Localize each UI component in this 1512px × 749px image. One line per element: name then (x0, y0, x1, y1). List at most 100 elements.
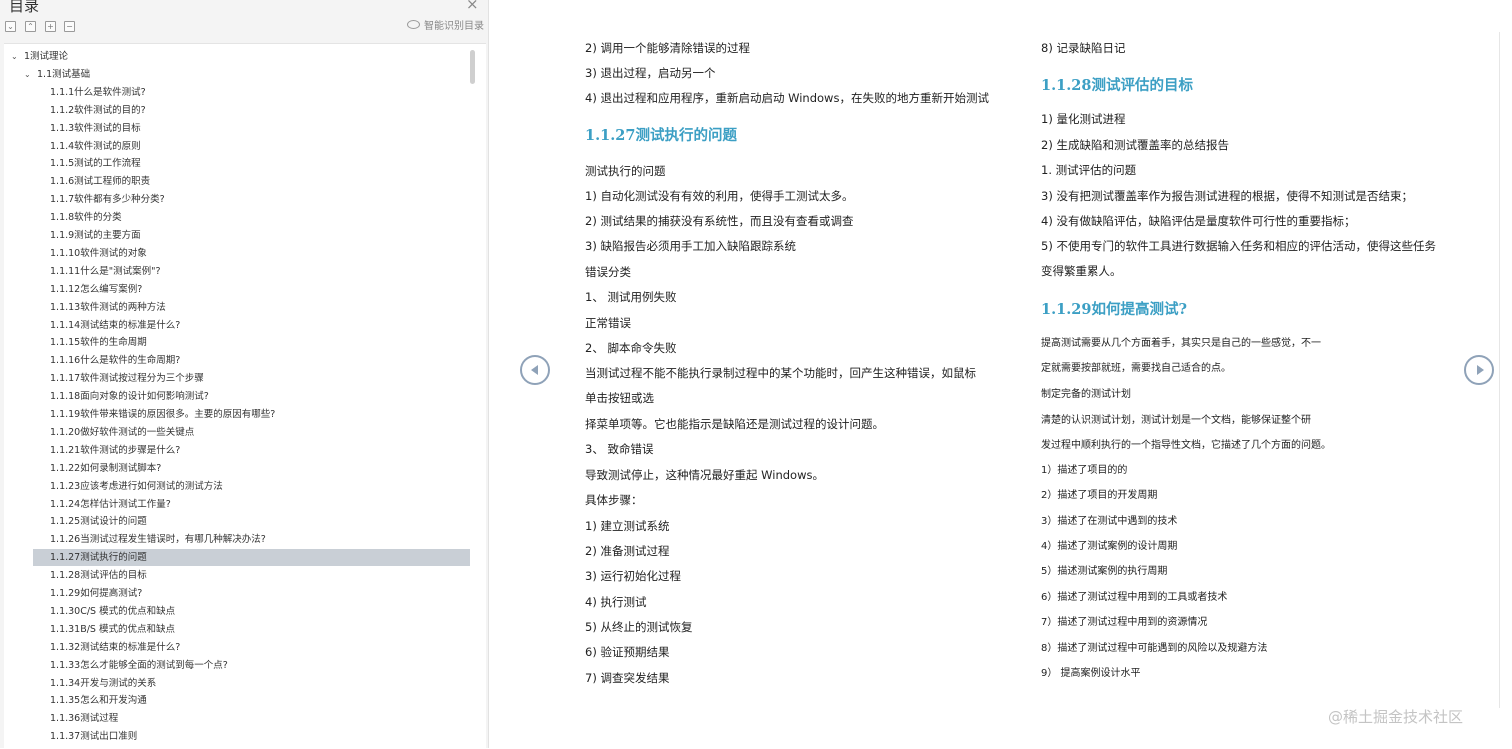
toc-item-label: 1.1.33怎么才能够全面的测试到每一个点? (50, 659, 228, 671)
toc-item[interactable]: ⌄ 1测试理论 (4, 48, 470, 65)
toc-item[interactable]: 1.1.5测试的工作流程 (4, 155, 470, 172)
eye-icon (407, 20, 420, 29)
toc-item-label: 1.1.36测试过程 (50, 713, 119, 725)
expand-all-icon[interactable]: ⌄ (5, 21, 16, 32)
paragraph-line: 2) 生成缺陷和测试覆盖率的总结报告 (1041, 138, 1229, 152)
next-page-button[interactable] (1464, 355, 1494, 385)
toc-item-label: 1.1.11什么是"测试案例"? (50, 265, 161, 277)
toc-item[interactable]: 1.1.24怎样估计测试工作量? (4, 496, 470, 513)
toc-item[interactable]: 1.1.26当测试过程发生错误时，有哪几种解决办法? (4, 531, 470, 548)
toc-item-label: 1.1.28测试评估的目标 (50, 570, 147, 582)
toc-item[interactable]: 1.1.32测试结束的标准是什么? (4, 639, 470, 656)
toc-item[interactable]: 1.1.27测试执行的问题 (33, 549, 470, 567)
toc-item-label: 1.1.20做好软件测试的一些关键点 (50, 426, 195, 438)
toc-item-label: 1.1.30C/S 模式的优点和缺点 (50, 605, 176, 617)
toc-item[interactable]: 1.1.3软件测试的目标 (4, 120, 470, 137)
section-heading: 1.1.27测试执行的问题 (585, 127, 737, 144)
toc-item-label: 1.1.21软件测试的步骤是什么? (50, 444, 181, 456)
toc-item-label: 1.1测试基础 (37, 68, 91, 80)
paragraph-line: 8) 记录缺陷日记 (1041, 41, 1126, 55)
toc-item[interactable]: 1.1.11什么是"测试案例"? (4, 263, 470, 280)
toc-item[interactable]: 1.1.30C/S 模式的优点和缺点 (4, 603, 470, 620)
toc-item[interactable]: 1.1.18面向对象的设计如何影响测试? (4, 388, 470, 405)
toc-item[interactable]: 1.1.17软件测试按过程分为三个步骤 (4, 370, 470, 387)
paragraph-line: 3) 运行初始化过程 (585, 569, 681, 583)
toc-item[interactable]: 1.1.12怎么编写案例? (4, 281, 470, 298)
toc-item[interactable]: 1.1.2软件测试的目的? (4, 102, 470, 119)
toc-item[interactable]: 1.1.20做好软件测试的一些关键点 (4, 424, 470, 441)
paragraph-line: 正常错误 (585, 316, 631, 330)
toc-item[interactable]: 1.1.29如何提高测试? (4, 585, 470, 602)
paragraph-line: 单击按钮或选 (585, 391, 654, 405)
paragraph-line: 1) 自动化测试没有有效的利用，使得手工测试太多。 (585, 189, 854, 203)
toc-item[interactable]: 1.1.34开发与测试的关系 (4, 675, 470, 692)
toc-item[interactable]: 1.1.7软件都有多少种分类? (4, 191, 470, 208)
paragraph-line: 1）描述了项目的的 (1041, 465, 1128, 476)
remove-bookmark-icon[interactable]: − (64, 21, 75, 32)
paragraph-line: 定就需要按部就班，需要找自己适合的点。 (1041, 363, 1231, 374)
paragraph-line: 6）描述了测试过程中用到的工具或者技术 (1041, 592, 1228, 603)
paragraph-line: 3) 缺陷报告必须用手工加入缺陷跟踪系统 (585, 239, 796, 253)
toc-item[interactable]: 1.1.13软件测试的两种方法 (4, 299, 470, 316)
toc-item[interactable]: 1.1.28测试评估的目标 (4, 567, 470, 584)
toc-item[interactable]: 1.1.19软件带来错误的原因很多。主要的原因有哪些? (4, 406, 470, 423)
collapse-all-icon[interactable]: ⌃ (25, 21, 36, 32)
toc-item[interactable]: 1.1.15软件的生命周期 (4, 334, 470, 351)
toc-item[interactable]: ⌄ 1.1测试基础 (4, 66, 470, 83)
toc-scrollbar[interactable] (470, 50, 475, 84)
paragraph-line: 提高测试需要从几个方面着手，其实只是自己的一些感觉，不一 (1041, 338, 1321, 349)
paragraph-line: 5）描述测试案例的执行周期 (1041, 566, 1168, 577)
smart-toc-button[interactable]: 智能识别目录 (407, 20, 484, 34)
paragraph-line: 8）描述了测试过程中可能遇到的风险以及规避方法 (1041, 643, 1268, 654)
toc-item[interactable]: 1.1.23应该考虑进行如何测试的测试方法 (4, 478, 470, 495)
toc-item[interactable]: 1.1.14测试结束的标准是什么? (4, 317, 470, 334)
paragraph-line: 4) 没有做缺陷评估，缺陷评估是量度软件可行性的重要指标； (1041, 214, 1356, 228)
toc-item[interactable]: 1.1.16什么是软件的生命周期? (4, 352, 470, 369)
watermark: @稀土掘金技术社区 (1328, 708, 1464, 726)
paragraph-line: 具体步骤： (585, 493, 643, 507)
toc-sidebar: 目录 × ⌄ ⌃ + − 智能识别目录 ⌄ 1测试理论 ⌄ 1.1测试基础 1.1.1什… (0, 0, 489, 749)
toc-item-label: 1.1.19软件带来错误的原因很多。主要的原因有哪些? (50, 409, 276, 420)
toc-item-label: 1.1.32测试结束的标准是什么? (50, 641, 181, 653)
toc-item[interactable]: 1.1.25测试设计的问题 (4, 513, 470, 530)
document-view: 2) 调用一个能够清除错误的过程 3) 退出过程，启动另一个 4) 退出过程和应用程… (489, 0, 1512, 748)
add-bookmark-icon[interactable]: + (45, 21, 56, 32)
toc-item-label: 1.1.18面向对象的设计如何影响测试? (50, 391, 209, 403)
toc-item[interactable]: 1.1.37测试出口准则 (4, 728, 470, 745)
toc-item[interactable]: 1.1.33怎么才能够全面的测试到每一个点? (4, 657, 470, 674)
toc-item[interactable]: 1.1.10软件测试的对象 (4, 245, 470, 262)
toc-item[interactable]: 1.1.6测试工程师的职责 (4, 173, 470, 190)
smart-toc-label: 智能识别目录 (424, 21, 484, 32)
toc-item-label: 1.1.27测试执行的问题 (50, 552, 147, 564)
paragraph-line: 制定完备的测试计划 (1041, 389, 1131, 400)
chevron-down-icon[interactable]: ⌄ (24, 66, 31, 83)
paragraph-line: 错误分类 (585, 265, 631, 279)
paragraph-line: 3) 没有把测试覆盖率作为报告测试进程的根据，使得不知测试是否结束； (1041, 189, 1413, 203)
toc-item[interactable]: 1.1.8软件的分类 (4, 209, 470, 226)
paragraph-line: 1) 量化测试进程 (1041, 112, 1126, 126)
toc-item[interactable]: 1.1.22如何录制测试脚本? (4, 460, 470, 477)
close-icon[interactable]: × (466, 0, 479, 13)
paragraph-line: 1. 测试评估的问题 (1041, 163, 1137, 177)
chevron-left-icon (531, 365, 538, 375)
paragraph-line: 5) 从终止的测试恢复 (585, 620, 693, 634)
paragraph-line: 发过程中顺利执行的一个指导性文档，它描述了几个方面的问题。 (1041, 440, 1331, 451)
prev-page-button[interactable] (520, 355, 550, 385)
toc-item[interactable]: 1.1.4软件测试的原则 (4, 138, 470, 155)
paragraph-line: 1) 建立测试系统 (585, 519, 670, 533)
sidebar-title: 目录 (9, 0, 40, 15)
toc-item[interactable]: 1.1.9测试的主要方面 (4, 227, 470, 244)
toc-item[interactable]: 1.1.35怎么和开发沟通 (4, 692, 470, 709)
toc-item-label: 1.1.31B/S 模式的优点和缺点 (50, 623, 175, 635)
toc-item-label: 1.1.2软件测试的目的? (50, 104, 146, 116)
paragraph-line: 1、 测试用例失败 (585, 290, 677, 304)
paragraph-line: 6) 验证预期结果 (585, 645, 670, 659)
paragraph-line: 2) 测试结果的捕获没有系统性，而且没有查看或调查 (585, 214, 854, 228)
toc-item-label: 1.1.25测试设计的问题 (50, 516, 147, 528)
paragraph-line: 2) 准备测试过程 (585, 544, 670, 558)
toc-item[interactable]: 1.1.21软件测试的步骤是什么? (4, 442, 470, 459)
toc-item[interactable]: 1.1.1什么是软件测试? (4, 84, 470, 101)
chevron-down-icon[interactable]: ⌄ (11, 48, 18, 65)
toc-item[interactable]: 1.1.31B/S 模式的优点和缺点 (4, 621, 470, 638)
toc-item[interactable]: 1.1.36测试过程 (4, 710, 470, 727)
